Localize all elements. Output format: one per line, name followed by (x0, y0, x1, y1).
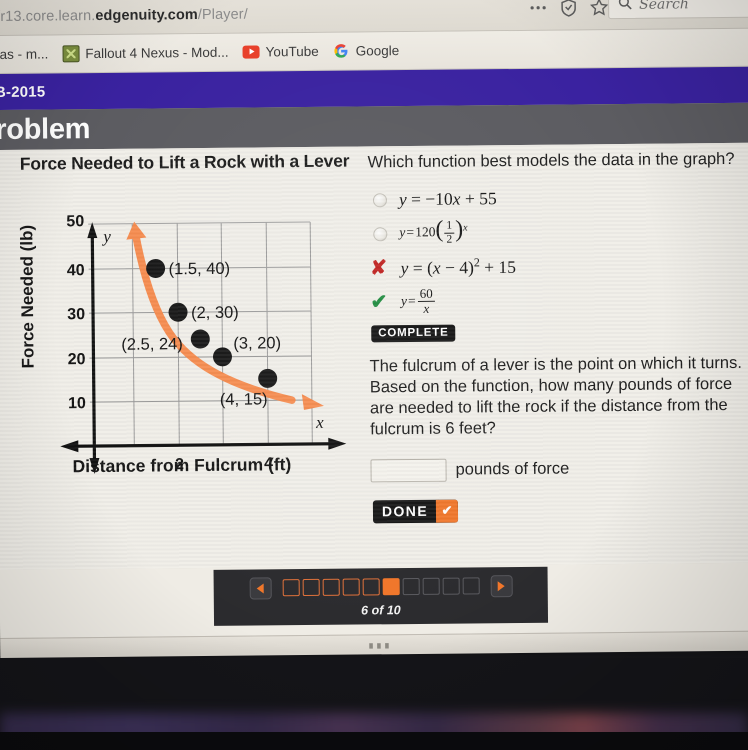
data-point (258, 368, 278, 388)
done-check-icon: ✔ (435, 499, 459, 523)
resize-grip-icon: ▖▖▖ (369, 638, 394, 649)
x-tick-labels: 2 4 (175, 455, 273, 473)
option-label-4: y = 60 x (401, 285, 436, 316)
correct-check-icon: ✔ (370, 290, 388, 314)
question-dot-3[interactable] (322, 578, 340, 596)
svg-text:40: 40 (67, 262, 85, 279)
bookmark-item[interactable]: YouTube (242, 43, 319, 61)
pagination-row (249, 574, 513, 600)
bookmark-label: Google (355, 43, 400, 59)
option-row-1[interactable]: y = −10x + 55 (368, 179, 744, 217)
youtube-icon (242, 43, 260, 60)
question-dot-7[interactable] (402, 577, 420, 596)
url-text: /r13.core.learn.edgenuity.com/Player/ (0, 6, 248, 25)
svg-text:10: 10 (68, 395, 86, 412)
question-dot-9[interactable] (442, 577, 460, 595)
answer-input[interactable] (370, 458, 447, 482)
bookmark-label: Fallout 4 Nexus - Mod... (85, 44, 229, 62)
question-dot-6[interactable] (382, 578, 400, 596)
bookmark-item[interactable]: Fallout 4 Nexus - Mod... (62, 44, 229, 63)
answer-options: y = −10x + 55 y = 120(1 2)x ✘ y = (x − 4)… (368, 179, 745, 319)
followup-question-text: The fulcrum of a lever is the point on w… (369, 353, 742, 439)
done-button[interactable]: DONE ✔ (372, 499, 459, 523)
done-button-label: DONE (381, 502, 429, 519)
y-tick-labels: 10 20 30 40 50 (66, 213, 86, 412)
star-icon[interactable] (590, 0, 609, 16)
data-point (190, 329, 210, 349)
option-label-3: y = (x − 4)2 + 15 (400, 255, 517, 279)
question-count-label: 6 of 10 (361, 602, 401, 618)
question-prompt: Which function best models the data in t… (367, 149, 735, 172)
question-dot-10[interactable] (462, 577, 480, 595)
incorrect-x-icon: ✘ (370, 256, 388, 280)
question-dot-4[interactable] (342, 578, 360, 596)
svg-text:50: 50 (66, 213, 84, 230)
option-row-3[interactable]: ✘ y = (x − 4)2 + 15 (368, 247, 744, 285)
screenshot-root: /r13.core.learn.edgenuity.com/Player/ Se… (0, 0, 748, 750)
navigation-bar-area: 6 of 10 (0, 562, 748, 638)
search-input-placeholder[interactable]: Search (639, 0, 689, 13)
option-row-2[interactable]: y = 120(1 2)x (368, 213, 744, 251)
desk-shadow (0, 732, 748, 750)
svg-text:2: 2 (175, 456, 184, 473)
monitor-photo-area: /r13.core.learn.edgenuity.com/Player/ Se… (0, 0, 748, 658)
course-code: B-2015 (0, 83, 46, 101)
data-label: (2, 30) (191, 304, 239, 322)
radio-button-option-2[interactable] (373, 226, 388, 241)
chart-container: Force Needed to Lift a Rock with a Lever… (0, 150, 367, 498)
address-bar[interactable]: /r13.core.learn.edgenuity.com/Player/ (0, 0, 514, 30)
option-label-1: y = −10x + 55 (398, 188, 497, 210)
svg-text:20: 20 (68, 351, 86, 368)
complete-badge: COMPLETE (371, 324, 456, 343)
google-icon (333, 43, 350, 60)
data-label: (1.5, 40) (169, 260, 231, 279)
previous-button[interactable] (249, 576, 272, 600)
question-panel: Which function best models the data in t… (367, 143, 747, 567)
data-label: (2.5, 24) (121, 335, 183, 354)
data-label: (3, 20) (233, 334, 281, 352)
bookmark-label: as - m... (0, 46, 49, 62)
shield-icon[interactable] (560, 0, 577, 17)
bookmark-item[interactable]: as - m... (0, 45, 48, 63)
question-dot-8[interactable] (422, 577, 440, 595)
bookmark-label: YouTube (265, 43, 319, 60)
chart-svg: y x 10 20 30 40 50 2 4 (1.5, 40) (2, 30)… (60, 213, 347, 475)
option-row-4[interactable]: ✔ y = 60 x (369, 281, 745, 319)
search-icon (618, 0, 632, 15)
bookmark-item[interactable]: Google (333, 42, 400, 60)
answer-row: pounds of force (370, 455, 746, 482)
answer-unit-label: pounds of force (455, 459, 570, 479)
x-axis-letter: x (315, 413, 324, 432)
question-dot-2[interactable] (302, 578, 320, 597)
menu-dots-icon[interactable] (529, 5, 547, 11)
navigation-bar: 6 of 10 (213, 566, 549, 626)
next-button[interactable] (490, 574, 513, 597)
lesson-content: Force Needed to Lift a Rock with a Lever… (0, 142, 748, 570)
svg-text:30: 30 (67, 306, 85, 323)
data-point (212, 347, 232, 367)
question-dot-5[interactable] (362, 578, 380, 596)
search-box[interactable]: Search (607, 0, 748, 20)
plot-area: Force Needed (lb) Distance from Fulcrum … (0, 176, 359, 495)
page-title: roblem (0, 112, 91, 146)
radio-button-option-1[interactable] (372, 192, 388, 207)
question-dot-1[interactable] (282, 579, 300, 597)
data-point (146, 258, 166, 278)
arrow-right-icon (497, 580, 505, 591)
toolbar-icons (529, 0, 609, 23)
option-label-2: y = 120(1 2)x (399, 216, 468, 246)
data-label: (4, 15) (220, 390, 268, 408)
chart-title: Force Needed to Lift a Rock with a Lever (19, 150, 350, 174)
arrow-left-icon (256, 582, 264, 594)
nexusmods-icon (62, 45, 80, 63)
y-axis-letter: y (101, 227, 111, 246)
svg-text:4: 4 (264, 455, 273, 472)
data-point (168, 302, 188, 322)
desk-background (0, 658, 748, 750)
question-dots (282, 577, 480, 597)
